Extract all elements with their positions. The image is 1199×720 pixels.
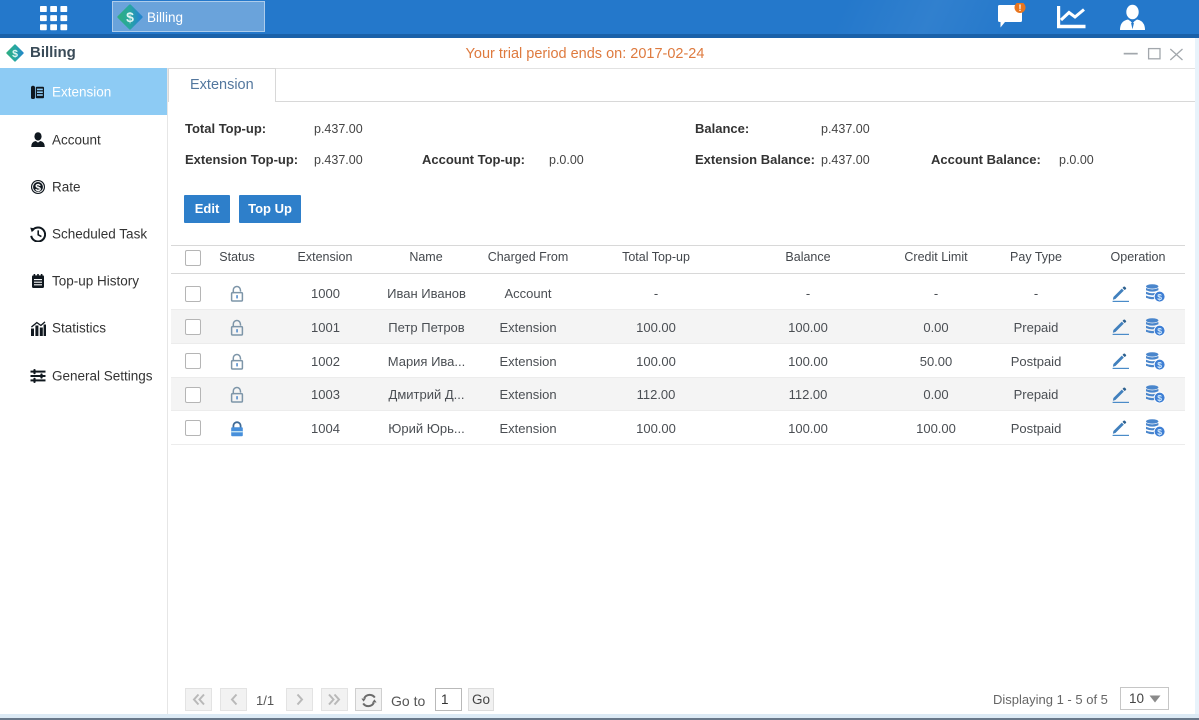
svg-text:$: $ [126, 9, 134, 25]
svg-text:$: $ [1157, 360, 1162, 370]
svg-text:$: $ [1157, 326, 1162, 336]
svg-text:$: $ [35, 181, 41, 193]
svg-text:!: ! [1019, 3, 1022, 13]
svg-text:$: $ [1157, 393, 1162, 403]
svg-text:$: $ [1157, 292, 1162, 302]
svg-text:$: $ [1157, 427, 1162, 437]
